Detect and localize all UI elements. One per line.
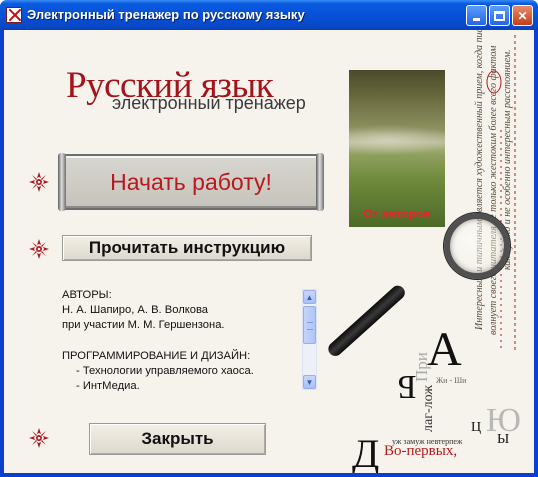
- scroll-down-button[interactable]: ▼: [303, 375, 316, 389]
- read-instructions-button[interactable]: Прочитать инструкцию: [62, 235, 312, 261]
- authors-photo-button[interactable]: От авторов: [349, 70, 445, 227]
- rosette-icon: [28, 427, 50, 449]
- maximize-button[interactable]: [489, 5, 510, 26]
- decor-text: Жи - Ши: [436, 376, 467, 385]
- decor-text: Во-первых,: [384, 443, 458, 459]
- main-panel: Русский язык электронный тренажер Начать…: [4, 30, 534, 473]
- underline-decoration: [486, 35, 516, 350]
- magnifier-icon: [444, 213, 510, 279]
- info-line: - Технологии управляемого хаоса.: [76, 364, 254, 377]
- app-icon[interactable]: [6, 7, 22, 23]
- info-line: ПРОГРАММИРОВАНИЕ И ДИЗАЙН:: [62, 349, 251, 362]
- title-bar[interactable]: Электронный тренажер по русскому языку ✕: [0, 0, 538, 30]
- info-line: - ИнтМедиа.: [76, 380, 140, 391]
- decor-text: При: [412, 352, 431, 382]
- info-line: АВТОРЫ:: [62, 289, 112, 301]
- maximize-icon: [494, 10, 505, 21]
- window-title: Электронный тренажер по русскому языку: [27, 7, 305, 22]
- scroll-thumb[interactable]: [303, 306, 316, 344]
- close-button[interactable]: Закрыть: [89, 423, 266, 455]
- info-text: АВТОРЫ: Н. А. Шапиро, А. В. Волкова при …: [62, 288, 297, 391]
- info-scrollbar[interactable]: ▲ ▼: [302, 289, 317, 390]
- authors-label: От авторов: [363, 207, 431, 221]
- decor-letter: А: [427, 323, 462, 376]
- close-window-button[interactable]: ✕: [512, 5, 533, 26]
- close-icon: ✕: [517, 8, 528, 23]
- info-line: Н. А. Шапиро, А. В. Волкова: [62, 304, 209, 317]
- info-line: при участии М. М. Гершензона.: [62, 319, 225, 332]
- minimize-icon: [473, 18, 480, 21]
- rosette-icon: [28, 171, 50, 193]
- magnifier-handle: [325, 282, 408, 359]
- decor-letter: Ц: [471, 420, 482, 435]
- scroll-up-button[interactable]: ▲: [303, 290, 316, 304]
- info-line: [62, 334, 297, 349]
- rosette-icon: [28, 238, 50, 260]
- start-button[interactable]: Начать работу!: [58, 153, 324, 211]
- decor-letter: Д: [352, 431, 380, 473]
- app-window: Электронный тренажер по русскому языку ✕…: [0, 0, 538, 477]
- info-textbox[interactable]: АВТОРЫ: Н. А. Шапиро, А. В. Волкова при …: [59, 285, 317, 391]
- minimize-button[interactable]: [466, 5, 487, 26]
- logo-subtitle: электронный тренажер: [112, 93, 306, 113]
- decor-letter: Ы: [497, 432, 510, 447]
- decor-text: лаг-лож: [421, 385, 436, 432]
